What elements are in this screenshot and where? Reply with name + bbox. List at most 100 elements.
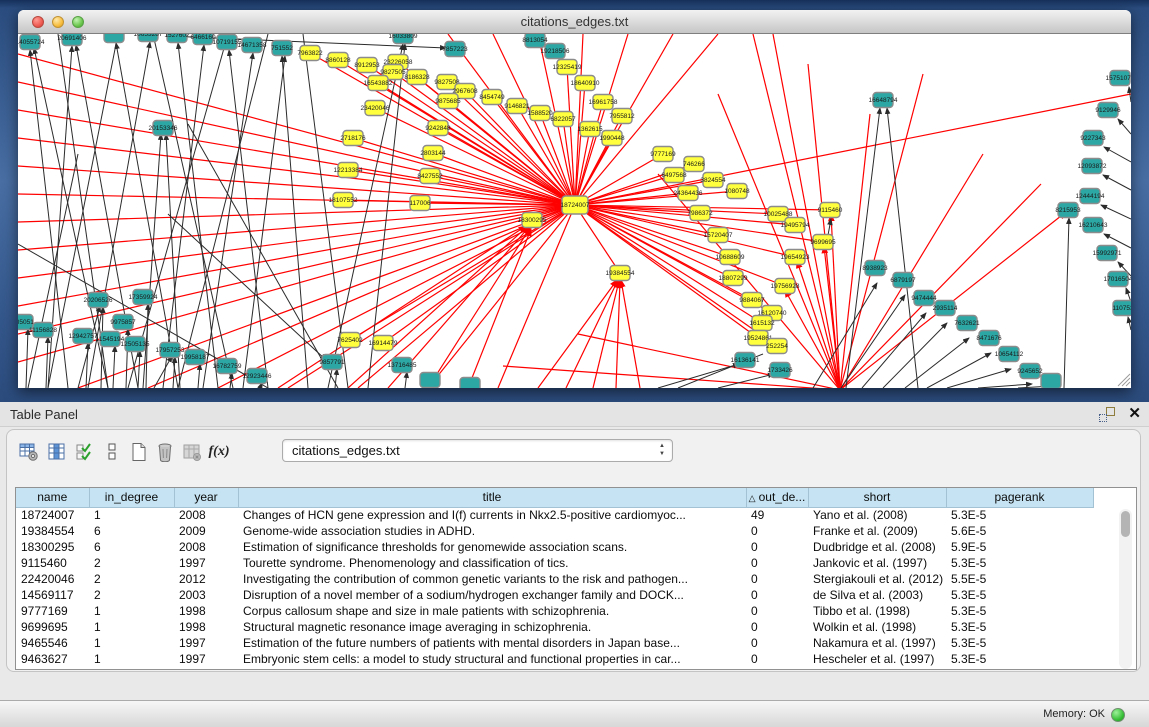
network-graph[interactable]: 1405572420691406106532871527602646616010… — [18, 34, 1131, 388]
graph-node[interactable]: 11156828 — [29, 323, 57, 338]
graph-node[interactable]: 9699695 — [810, 235, 836, 250]
graph-node[interactable] — [460, 378, 480, 389]
graph-node[interactable]: 1080748 — [724, 184, 750, 199]
graph-node[interactable]: 15720407 — [704, 228, 733, 243]
graph-node[interactable]: 9474444 — [911, 291, 937, 306]
cell-name[interactable]: 9777169 — [16, 603, 89, 619]
cell-title[interactable]: Estimation of the future numbers of pati… — [238, 635, 746, 651]
graph-node[interactable]: 16543882 — [364, 76, 393, 91]
graph-node[interactable]: 7963822 — [297, 46, 323, 61]
close-panel-button[interactable]: ✕ — [1128, 405, 1141, 423]
cell-pagerank[interactable]: 5.3E-5 — [946, 619, 1093, 635]
graph-node[interactable]: 12505135 — [121, 337, 150, 352]
cell-short[interactable]: Tibbo et al. (1998) — [808, 603, 946, 619]
graph-node[interactable]: 6879197 — [890, 273, 916, 288]
cell-pagerank[interactable]: 5.5E-5 — [946, 571, 1093, 587]
graph-node[interactable]: 9884067 — [739, 293, 765, 308]
graph-node[interactable]: 6497568 — [661, 168, 687, 183]
graph-node[interactable]: 14671358 — [238, 38, 267, 53]
cell-year[interactable]: 2012 — [174, 571, 238, 587]
graph-node[interactable]: 9857791 — [319, 355, 345, 370]
graph-node[interactable]: 1588520 — [527, 106, 553, 121]
cell-year[interactable]: 2009 — [174, 523, 238, 539]
graph-node[interactable]: 2718176 — [340, 131, 366, 146]
cell-short[interactable]: Yano et al. (2008) — [808, 507, 946, 523]
graph-edge[interactable] — [229, 50, 268, 388]
cell-out_de[interactable]: 49 — [746, 507, 808, 523]
cell-pagerank[interactable]: 5.6E-5 — [946, 523, 1093, 539]
cell-short[interactable]: Hescheler et al. (1997) — [808, 651, 946, 667]
cell-out_de[interactable]: 0 — [746, 539, 808, 555]
graph-node[interactable] — [104, 34, 124, 43]
table-settings-button[interactable] — [17, 440, 41, 464]
cell-out_de[interactable]: 0 — [746, 619, 808, 635]
graph-edge[interactable] — [18, 54, 575, 205]
table-row[interactable]: 977716911998Corpus callosum shape and si… — [16, 603, 1093, 619]
float-panel-button[interactable] — [1099, 407, 1115, 422]
table-row[interactable]: 1456911722003Disruption of a novel membe… — [16, 587, 1093, 603]
graph-node[interactable]: 19384554 — [606, 266, 635, 281]
graph-node[interactable]: 751552 — [271, 41, 293, 56]
graph-node[interactable]: 15992971 — [1093, 246, 1122, 261]
cell-out_de[interactable]: 0 — [746, 523, 808, 539]
graph-node[interactable]: 20206526 — [84, 293, 113, 308]
graph-node[interactable]: 17016504 — [1104, 272, 1131, 287]
graph-node[interactable]: 1990448 — [599, 131, 625, 146]
cell-pagerank[interactable]: 5.3E-5 — [946, 587, 1093, 603]
table-selector-dropdown[interactable]: citations_edges.txt ▲▼ — [282, 439, 673, 462]
table-row[interactable]: 1872400712008Changes of HCN gene express… — [16, 507, 1093, 523]
cell-year[interactable]: 1998 — [174, 619, 238, 635]
graph-edge[interactable] — [1128, 317, 1131, 330]
table-vertical-scrollbar[interactable] — [1119, 509, 1132, 669]
graph-edge[interactable] — [718, 374, 774, 388]
cell-pagerank[interactable]: 5.3E-5 — [946, 555, 1093, 571]
graph-edge[interactable] — [1104, 147, 1131, 162]
cell-year[interactable]: 2003 — [174, 587, 238, 603]
cell-in_degree[interactable]: 6 — [89, 539, 174, 555]
cell-out_de[interactable]: 0 — [746, 571, 808, 587]
cell-year[interactable]: 1997 — [174, 555, 238, 571]
column-header-name[interactable]: name — [16, 488, 89, 507]
graph-node[interactable]: 7632621 — [954, 316, 980, 331]
cell-title[interactable]: Estimation of significance thresholds fo… — [238, 539, 746, 555]
cell-short[interactable]: Jankovic et al. (1997) — [808, 555, 946, 571]
graph-node[interactable] — [1041, 374, 1061, 389]
graph-node[interactable]: 110753 — [1112, 301, 1131, 316]
network-canvas[interactable]: 1405572420691406106532871527602646616010… — [18, 34, 1131, 388]
cell-name[interactable]: 18724007 — [16, 507, 89, 523]
graph-node[interactable]: 9129946 — [1095, 103, 1121, 118]
column-header-title[interactable]: title — [238, 488, 746, 507]
cell-year[interactable]: 2008 — [174, 507, 238, 523]
cell-short[interactable]: Dudbridge et al. (2008) — [808, 539, 946, 555]
graph-node[interactable]: 8938923 — [862, 261, 888, 276]
cell-in_degree[interactable]: 1 — [89, 635, 174, 651]
graph-edge[interactable] — [26, 329, 28, 388]
graph-node[interactable]: 16033809 — [389, 34, 418, 44]
graph-edge[interactable] — [203, 53, 253, 388]
graph-node[interactable]: 12093872 — [1078, 159, 1107, 174]
graph-edge[interactable] — [154, 356, 172, 388]
graph-node[interactable]: 9146821 — [504, 99, 530, 114]
graph-node[interactable]: 8813054 — [522, 34, 548, 48]
graph-edge[interactable] — [198, 364, 200, 388]
graph-node[interactable]: 19756928 — [771, 279, 800, 294]
graph-node[interactable]: 18640910 — [571, 76, 600, 91]
graph-edge[interactable] — [621, 280, 640, 388]
graph-edge[interactable] — [153, 34, 233, 388]
graph-edge[interactable] — [18, 205, 575, 222]
graph-node[interactable]: 10654112 — [995, 347, 1024, 362]
graph-node[interactable]: 8860128 — [325, 53, 351, 68]
cell-title[interactable]: Disruption of a novel member of a sodium… — [238, 587, 746, 603]
graph-node[interactable]: 8471676 — [976, 331, 1002, 346]
cell-short[interactable]: Wolkin et al. (1998) — [808, 619, 946, 635]
cell-out_de[interactable]: 0 — [746, 651, 808, 667]
graph-node[interactable]: 13716485 — [388, 358, 417, 373]
graph-node[interactable]: 2935114 — [933, 301, 958, 316]
graph-node[interactable]: 7625402 — [337, 333, 363, 348]
graph-edge[interactable] — [1103, 175, 1131, 190]
graph-edge[interactable] — [405, 372, 407, 388]
cell-pagerank[interactable]: 5.9E-5 — [946, 539, 1093, 555]
cell-title[interactable]: Tourette syndrome. Phenomenology and cla… — [238, 555, 746, 571]
graph-node[interactable]: 18724007 — [561, 196, 590, 214]
graph-node[interactable]: 7955812 — [609, 109, 635, 124]
